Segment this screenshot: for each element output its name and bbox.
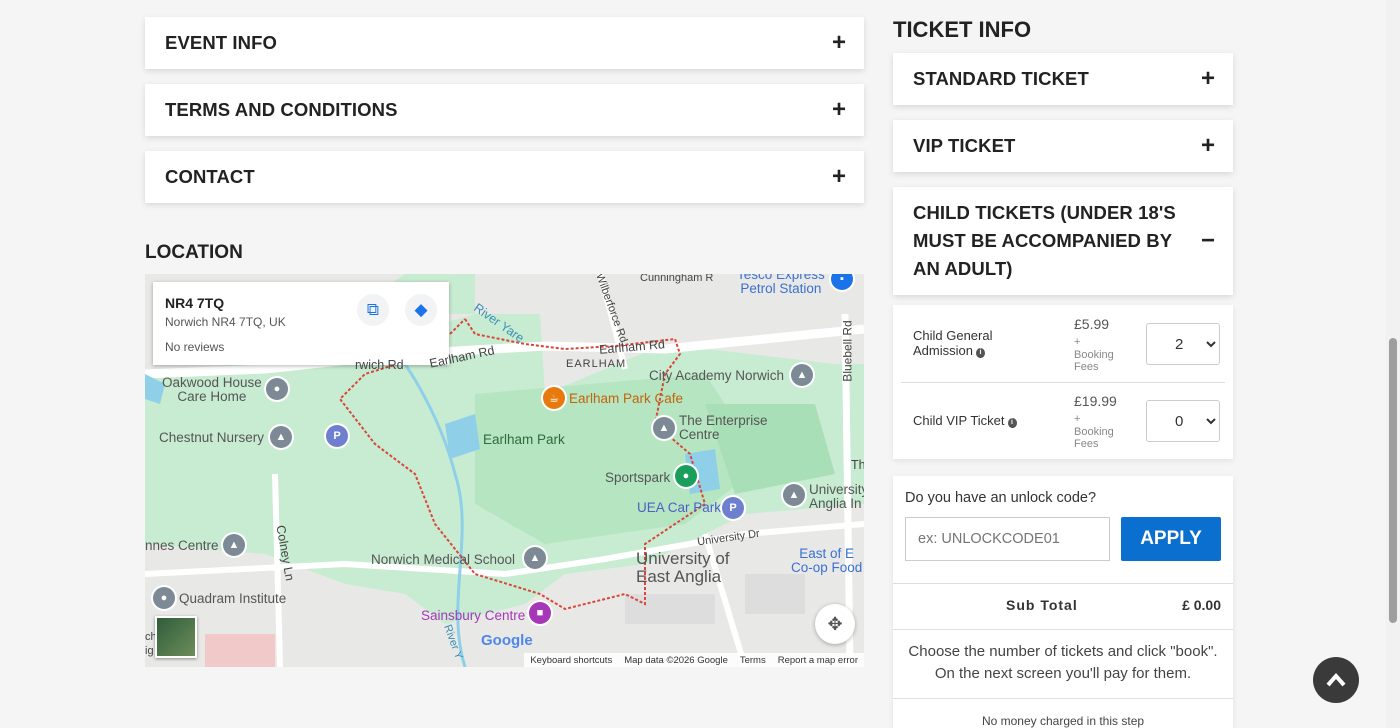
accordion-title: STANDARD TICKET xyxy=(913,68,1089,89)
map-label: Chestnut Nursery xyxy=(159,430,265,445)
map-label: Earlham Park Cafe xyxy=(569,391,684,406)
school-icon[interactable]: ▲ xyxy=(791,364,813,386)
plus-icon: + xyxy=(1200,132,1215,159)
place-title: NR4 7TQ xyxy=(165,295,225,311)
chevron-up-icon xyxy=(1326,673,1346,687)
plus-icon: + xyxy=(831,96,846,123)
subtotal-label: Sub Total xyxy=(1006,597,1078,613)
accordion-title: TERMS AND CONDITIONS xyxy=(165,99,398,120)
section-divider xyxy=(893,583,1233,584)
ticket-fees: + Booking Fees xyxy=(1074,413,1114,450)
map-label: Sainsbury Centre xyxy=(421,608,526,623)
map-label: City Academy Norwich xyxy=(649,368,785,383)
accordion-title: EVENT INFO xyxy=(165,32,278,53)
apply-button[interactable]: APPLY xyxy=(1121,517,1221,561)
quantity-select[interactable]: 2 xyxy=(1146,323,1220,365)
map-label: University of East Anglia xyxy=(636,549,730,586)
ticket-price: £19.99 xyxy=(1074,393,1117,409)
school-icon[interactable]: ▲ xyxy=(270,426,292,448)
directions-icon[interactable]: ◆ xyxy=(405,294,437,326)
poi-icon[interactable]: ● xyxy=(266,378,288,400)
sports-icon[interactable]: ● xyxy=(675,465,697,487)
map-info-card: NR4 7TQ Norwich NR4 7TQ, UK No reviews ⧉… xyxy=(153,282,449,365)
ticket-price: £5.99 xyxy=(1074,316,1110,332)
unlock-code-section: Do you have an unlock code? APPLY Sub To… xyxy=(893,476,1233,728)
ticket-info-heading: TICKET INFO xyxy=(893,17,1032,42)
scroll-to-top-button[interactable] xyxy=(1313,657,1359,703)
map-label: Quadram Institute xyxy=(179,591,287,606)
map-label: Norwich Medical School xyxy=(371,552,516,567)
accordion-child-tickets[interactable]: CHILD TICKETS (UNDER 18'S MUST BE ACCOMP… xyxy=(893,187,1233,295)
place-address: Norwich NR4 7TQ, UK xyxy=(165,315,286,329)
accordion-event-info[interactable]: EVENT INFO + xyxy=(145,17,864,69)
ticket-name: Child VIP Ticket i xyxy=(913,413,1033,428)
accordion-contact[interactable]: CONTACT + xyxy=(145,151,864,203)
map-data-text: Map data ©2026 Google xyxy=(624,654,728,666)
map-label: East of E Co-op Food xyxy=(791,546,863,575)
unlock-question: Do you have an unlock code? xyxy=(905,490,1097,506)
instructions-text: Choose the number of tickets and click "… xyxy=(908,643,1218,682)
scrollbar-track[interactable] xyxy=(1386,0,1400,728)
plus-icon: + xyxy=(831,29,846,56)
museum-icon[interactable]: ■ xyxy=(529,602,551,624)
no-money-text: No money charged in this step xyxy=(981,714,1145,728)
location-map[interactable]: NR4 7TQ Norwich NR4 7TQ, UK No reviews ⧉… xyxy=(145,274,864,667)
plus-icon: + xyxy=(831,163,846,190)
accordion-standard-ticket[interactable]: STANDARD TICKET + xyxy=(893,53,1233,105)
map-label: Earlham Park xyxy=(483,432,565,447)
minus-icon: − xyxy=(1200,227,1215,254)
ticket-fees: + Booking Fees xyxy=(1074,336,1114,373)
google-logo: Google xyxy=(481,632,533,649)
keyboard-shortcuts-link[interactable]: Keyboard shortcuts xyxy=(530,655,612,666)
map-label: Cunningham R xyxy=(640,274,714,284)
map-label: rwich Rd xyxy=(355,358,404,372)
info-icon[interactable]: i xyxy=(975,348,985,358)
place-reviews: No reviews xyxy=(165,340,225,354)
accordion-title: CHILD TICKETS (UNDER 18'S MUST BE ACCOMP… xyxy=(913,202,1176,279)
parking-icon[interactable]: P xyxy=(722,497,744,519)
plus-icon: + xyxy=(1200,65,1215,92)
map-label: nnes Centre xyxy=(145,538,219,553)
child-ticket-list: Child General Admission i £5.99 + Booking… xyxy=(893,305,1233,459)
satellite-toggle[interactable] xyxy=(155,616,197,658)
map-label: The Enterprise Centre xyxy=(679,413,768,442)
fullscreen-button[interactable]: ✥ xyxy=(815,604,855,644)
school-icon[interactable]: ▲ xyxy=(783,484,805,506)
ticket-name: Child General Admission i xyxy=(913,328,993,358)
map-label: Bluebell Rd xyxy=(840,320,855,382)
report-error-link[interactable]: Report a map error xyxy=(778,655,858,666)
school-icon[interactable]: ▲ xyxy=(524,547,546,569)
poi-icon[interactable]: ● xyxy=(153,587,175,609)
map-label: Oakwood House Care Home xyxy=(162,375,262,404)
parking-icon[interactable]: P xyxy=(326,425,348,447)
map-attribution: Keyboard shortcuts Map data ©2026 Google… xyxy=(524,653,864,667)
expand-icon: ✥ xyxy=(827,613,843,634)
accordion-terms[interactable]: TERMS AND CONDITIONS + xyxy=(145,84,864,136)
row-divider xyxy=(901,382,1225,383)
cafe-icon[interactable]: ☕ xyxy=(543,387,565,409)
accordion-vip-ticket[interactable]: VIP TICKET + xyxy=(893,120,1233,172)
map-label: UEA Car Park xyxy=(637,500,722,515)
terms-link[interactable]: Terms xyxy=(740,655,766,666)
unlock-code-input[interactable] xyxy=(905,517,1110,561)
school-icon[interactable]: ▲ xyxy=(223,534,245,556)
map-label: Sportspark xyxy=(605,470,671,485)
map-label: University Anglia In xyxy=(809,482,864,511)
open-external-icon[interactable]: ⧉ xyxy=(357,294,389,326)
section-divider xyxy=(893,629,1233,630)
subtotal-value: £ 0.00 xyxy=(1182,597,1221,613)
scrollbar-thumb[interactable] xyxy=(1389,338,1397,623)
map-label: Th xyxy=(851,458,864,472)
map-label: Tesco Express Petrol Station xyxy=(737,274,825,296)
section-divider xyxy=(893,698,1233,699)
location-heading: LOCATION xyxy=(145,242,243,263)
school-icon[interactable]: ▲ xyxy=(653,417,675,439)
accordion-title: CONTACT xyxy=(165,166,255,187)
map-label: EARLHAM xyxy=(566,358,627,370)
info-icon[interactable]: i xyxy=(1007,418,1017,428)
accordion-title: VIP TICKET xyxy=(913,135,1016,156)
quantity-select[interactable]: 0 xyxy=(1146,400,1220,442)
